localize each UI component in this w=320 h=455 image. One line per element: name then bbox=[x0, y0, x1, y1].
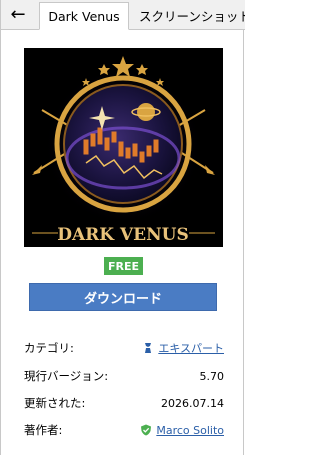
version-value: 5.70 bbox=[199, 369, 225, 383]
logo-text: DARK VENUS bbox=[57, 225, 189, 245]
info-row-updated: 更新された: 2026.07.14 bbox=[24, 394, 224, 412]
version-label: 現行バージョン: bbox=[24, 369, 109, 383]
product-panel: ← Dark Venus スクリーンショット DARK VENUS FREE ダ… bbox=[0, 0, 245, 455]
author-label: 著作者: bbox=[24, 423, 63, 437]
category-link[interactable]: エキスパート bbox=[158, 340, 224, 356]
info-row-version: 現行バージョン: 5.70 bbox=[24, 367, 224, 385]
expert-icon bbox=[142, 342, 154, 354]
free-badge: FREE bbox=[104, 257, 143, 275]
updated-value: 2026.07.14 bbox=[161, 396, 224, 410]
dark-venus-logo: DARK VENUS bbox=[24, 48, 223, 247]
category-value[interactable]: エキスパート bbox=[142, 340, 224, 356]
category-label: カテゴリ: bbox=[24, 341, 74, 355]
updated-label: 更新された: bbox=[24, 396, 86, 410]
tab-bar: ← Dark Venus スクリーンショット bbox=[1, 0, 245, 30]
back-arrow-icon[interactable]: ← bbox=[5, 2, 31, 26]
verified-shield-icon bbox=[140, 424, 152, 436]
download-button[interactable]: ダウンロード bbox=[29, 283, 217, 311]
product-logo-image: DARK VENUS bbox=[24, 48, 223, 247]
author-value[interactable]: Marco Solito bbox=[140, 424, 224, 437]
info-row-category: カテゴリ: エキスパート bbox=[24, 339, 224, 357]
info-row-author: 著作者: Marco Solito bbox=[24, 421, 224, 439]
tab-screenshots[interactable]: スクリーンショット bbox=[131, 2, 245, 29]
tab-product[interactable]: Dark Venus bbox=[39, 2, 129, 30]
author-link[interactable]: Marco Solito bbox=[156, 424, 224, 437]
